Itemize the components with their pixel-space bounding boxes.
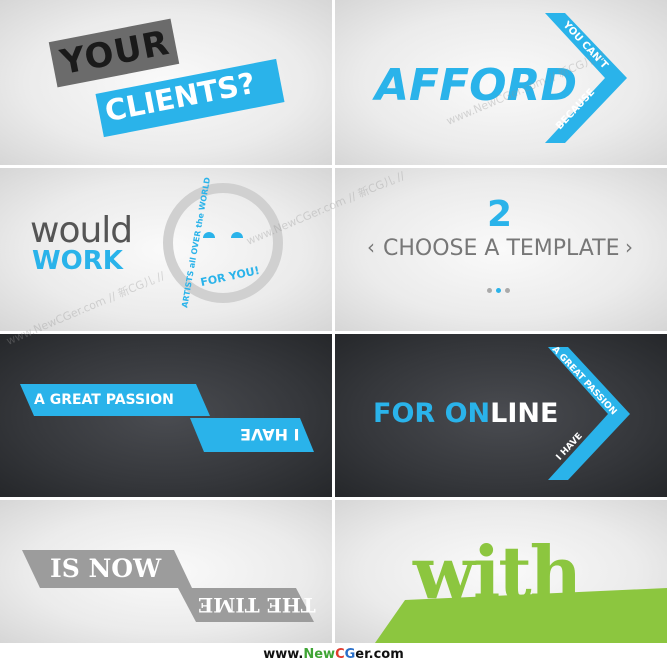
panel-is-now: IS NOW THE TIME	[0, 500, 332, 643]
panel-choose-template: 2 ‹ CHOOSE A TEMPLATE ›	[335, 168, 667, 331]
work-text: WORK	[32, 246, 123, 276]
arrow-chevron	[548, 347, 630, 480]
the-time-text: THE TIME	[198, 593, 316, 617]
pager-dot[interactable]	[487, 288, 492, 293]
prev-chevron-icon[interactable]: ‹	[367, 235, 375, 259]
panel-great-passion: A GREAT PASSION I HAVE	[0, 334, 332, 497]
site-footer: www.NewCGer.com	[0, 643, 667, 667]
green-ground	[375, 588, 667, 643]
footer-prefix: www.	[263, 647, 304, 662]
step-number: 2	[487, 194, 513, 235]
is-now-text: IS NOW	[50, 554, 162, 583]
next-chevron-icon[interactable]: ›	[625, 235, 633, 259]
frame-grid: YOUR CLIENTS? AFFORD YOU CAN'T BECAUSE w…	[0, 0, 667, 643]
panel-would-work: would WORK ARTISTS all OVER the WORLD FO…	[0, 168, 332, 331]
footer-suffix: er.com	[355, 647, 404, 662]
panel-for-online: FOR ONLINE A GREAT PASSION I HAVE	[335, 334, 667, 497]
for-on-part: FOR ON	[373, 398, 491, 429]
template-label: CHOOSE A TEMPLATE	[383, 236, 620, 261]
i-have-text: I HAVE	[240, 425, 300, 444]
for-online-text: FOR ONLINE	[373, 398, 558, 429]
passion-text: A GREAT PASSION	[34, 392, 174, 408]
panel-with: with	[335, 500, 667, 643]
footer-c: C	[335, 647, 345, 662]
would-text: would	[30, 210, 133, 251]
pager-dots	[487, 278, 510, 297]
panel-your-clients: YOUR CLIENTS?	[0, 0, 332, 165]
pager-dot-active[interactable]	[496, 288, 501, 293]
pager-dot[interactable]	[505, 288, 510, 293]
footer-g: G	[344, 647, 356, 662]
smiley-ring	[163, 183, 283, 303]
footer-new: New	[303, 647, 336, 662]
panel-afford: AFFORD YOU CAN'T BECAUSE	[335, 0, 667, 165]
